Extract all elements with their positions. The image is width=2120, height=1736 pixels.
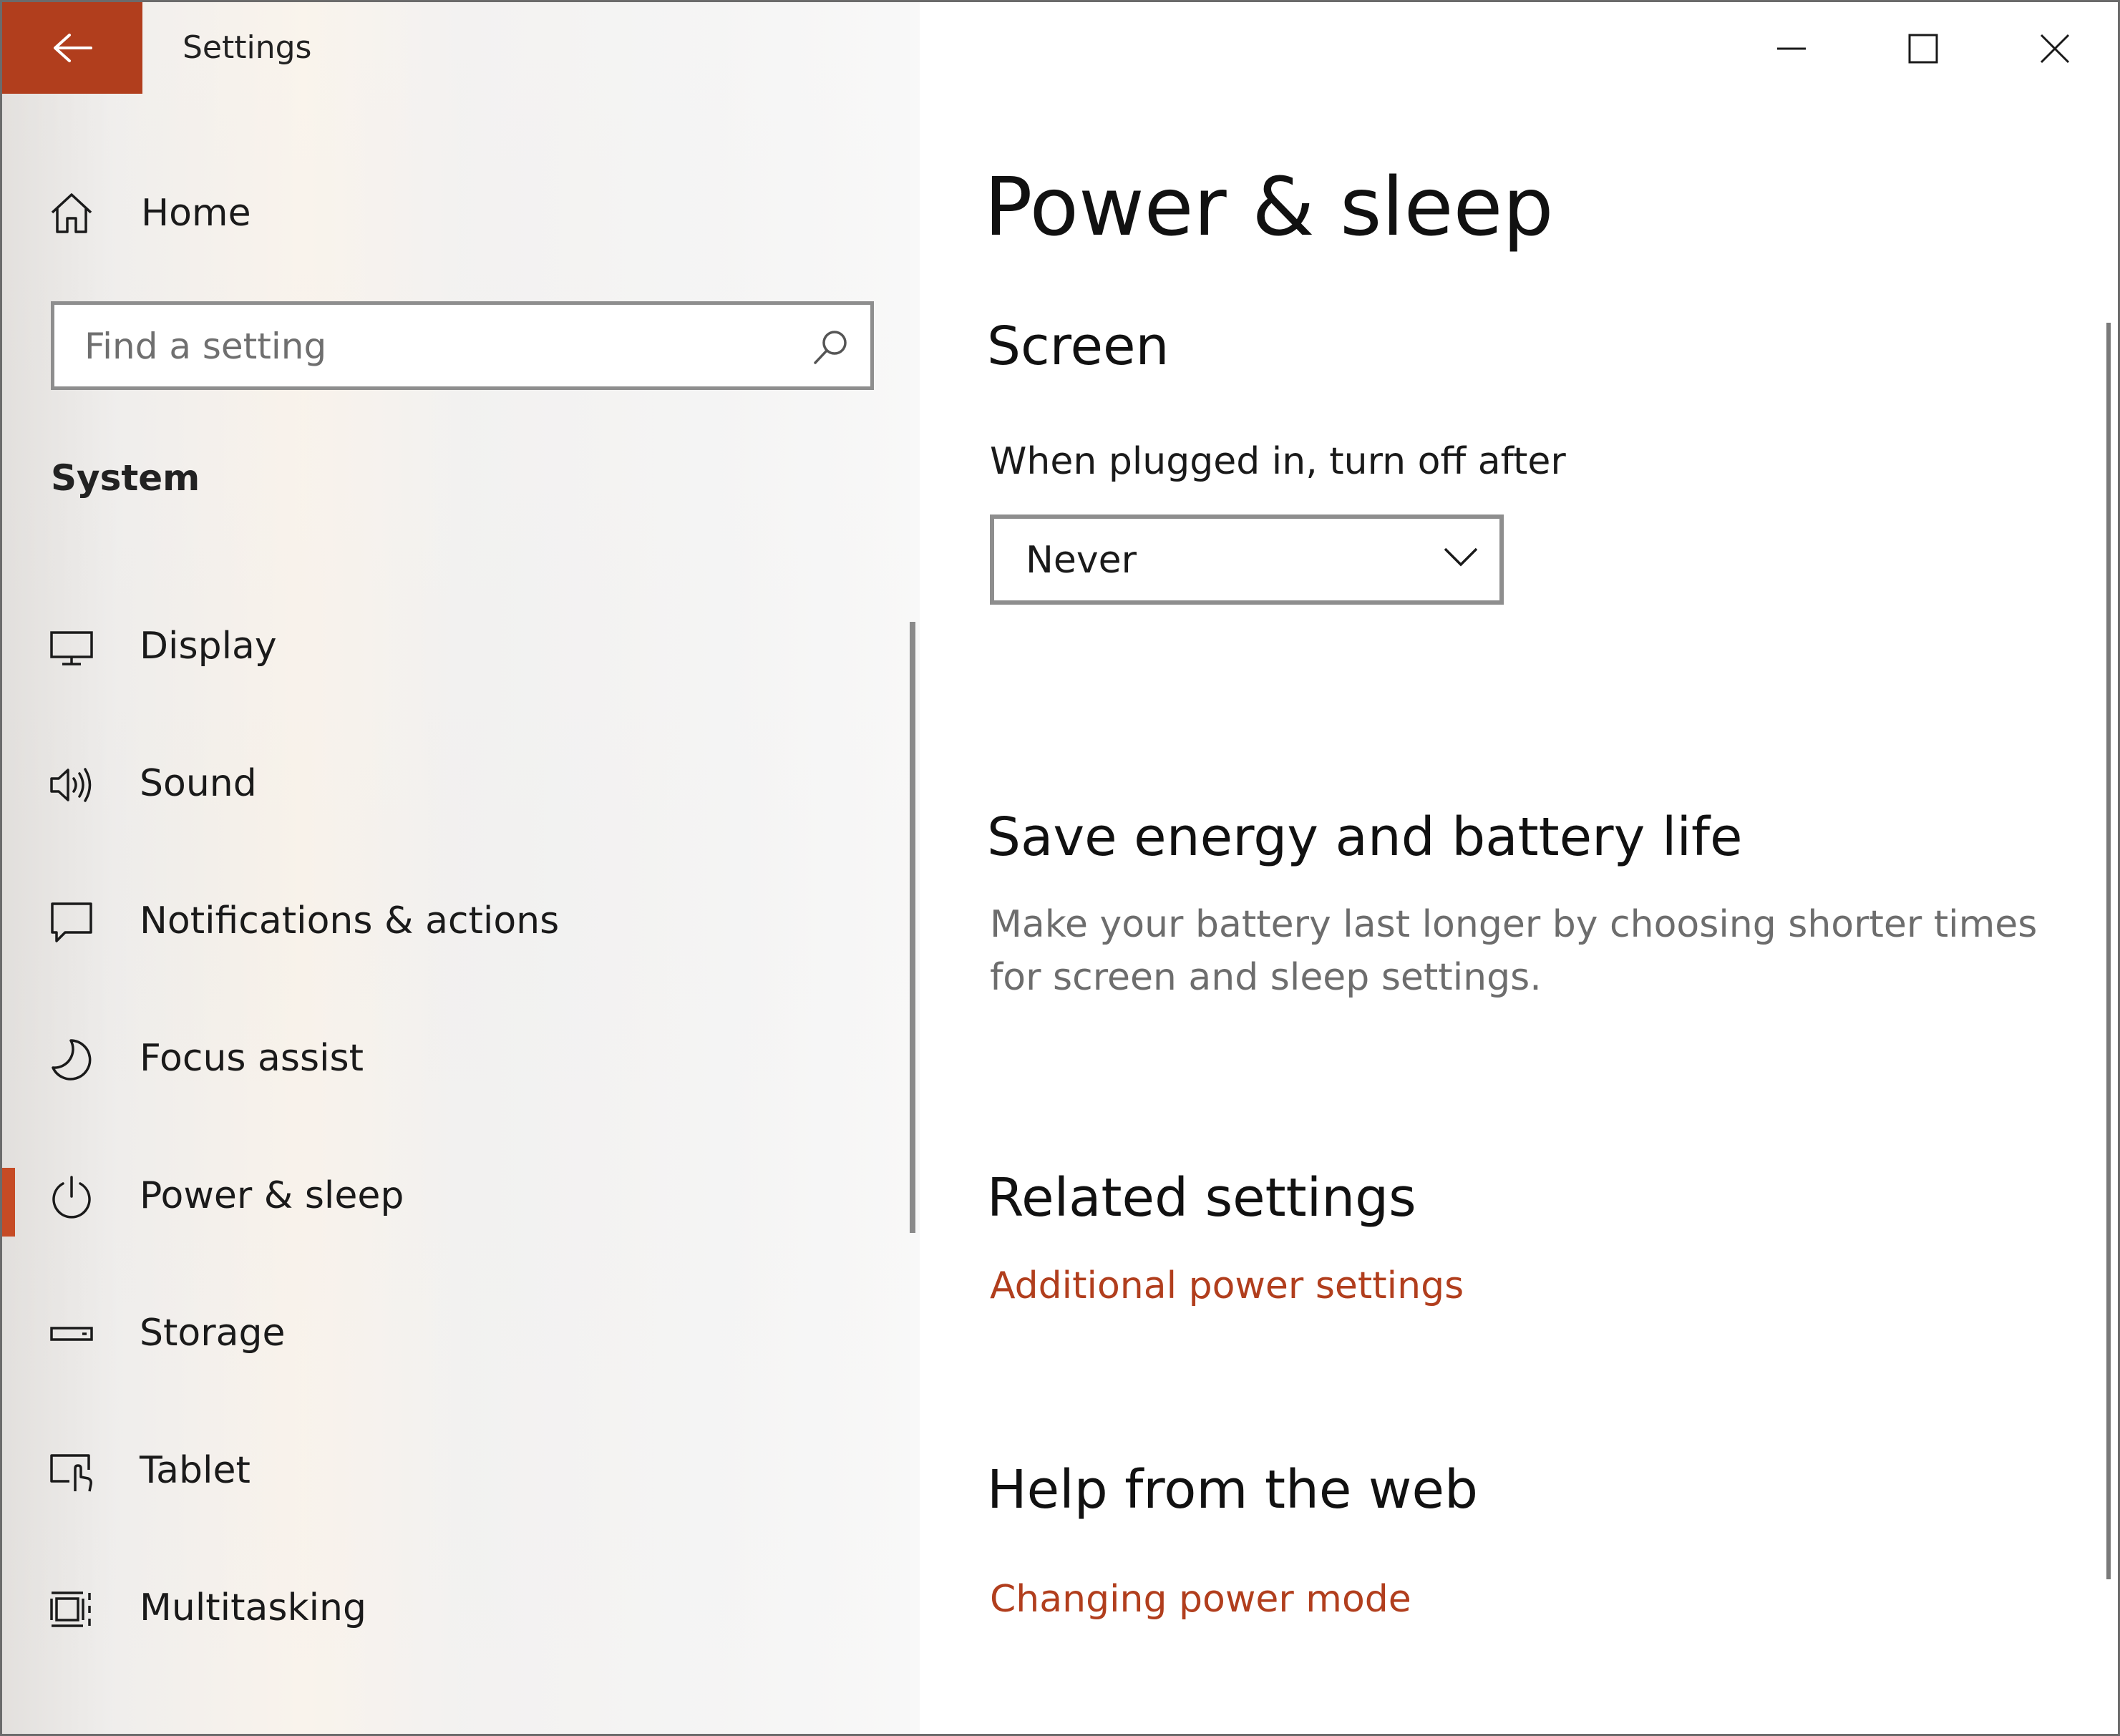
chevron-down-icon [1444, 547, 1478, 567]
save-energy-description: Make your battery last longer by choosin… [990, 903, 2038, 999]
home-label: Home [141, 192, 251, 235]
search-box[interactable] [51, 301, 874, 390]
sidebar-item-label: Tablet [140, 1449, 251, 1492]
sidebar-item-notifications[interactable]: Notifications & actions [2, 868, 904, 975]
sidebar-item-storage[interactable]: Storage [2, 1280, 904, 1388]
sidebar-item-multitasking[interactable]: Multitasking [2, 1555, 904, 1662]
maximize-button[interactable] [1857, 2, 1989, 95]
selection-indicator [2, 1168, 15, 1237]
app-title: Settings [183, 29, 312, 66]
sidebar-item-label: Storage [140, 1312, 286, 1355]
back-button[interactable] [2, 2, 142, 94]
sidebar-scrollbar[interactable] [910, 622, 915, 1233]
heading-related-settings: Related settings [987, 1167, 1416, 1229]
heading-save-energy: Save energy and battery life [987, 806, 1743, 868]
additional-power-settings-link[interactable]: Additional power settings [990, 1264, 1464, 1307]
changing-power-mode-link[interactable]: Changing power mode [990, 1578, 1411, 1621]
search-icon[interactable] [812, 328, 850, 366]
content-scrollbar[interactable] [2106, 323, 2111, 1579]
home-icon [51, 193, 92, 233]
settings-window: Settings Home System Display [0, 0, 2120, 1736]
sidebar-item-display[interactable]: Display [2, 593, 904, 701]
plugged-in-label: When plugged in, turn off after [990, 440, 1566, 483]
content-pane: Power & sleep Screen When plugged in, tu… [920, 2, 2118, 1734]
page-title: Power & sleep [984, 161, 1554, 254]
sidebar: Settings Home System Display [2, 2, 920, 1734]
screen-timeout-dropdown[interactable]: Never [990, 515, 1504, 605]
sidebar-item-home[interactable]: Home [49, 181, 251, 245]
heading-help-from-web: Help from the web [987, 1459, 1478, 1521]
monitor-icon [50, 631, 93, 665]
storage-icon [50, 1327, 93, 1341]
close-icon [2040, 34, 2070, 64]
sidebar-item-focus-assist[interactable]: Focus assist [2, 1005, 904, 1113]
sidebar-item-label: Notifications & actions [140, 899, 560, 942]
close-button[interactable] [1989, 2, 2118, 95]
sidebar-item-label: Display [140, 625, 277, 668]
maximize-icon [1908, 34, 1938, 64]
notification-icon [51, 902, 92, 942]
multitasking-icon [50, 1591, 91, 1627]
power-icon [52, 1176, 91, 1219]
minimize-icon [1777, 47, 1806, 50]
sidebar-item-label: Focus assist [140, 1037, 364, 1080]
sidebar-item-label: Sound [140, 762, 257, 805]
section-heading-system: System [51, 457, 200, 499]
search-input[interactable] [83, 305, 787, 388]
heading-screen: Screen [987, 316, 1170, 377]
minimize-button[interactable] [1726, 2, 1857, 95]
sidebar-item-tablet[interactable]: Tablet [2, 1418, 904, 1525]
moon-icon [52, 1039, 92, 1081]
sidebar-item-label: Power & sleep [140, 1174, 404, 1217]
speaker-icon [50, 768, 92, 802]
sidebar-item-label: Multitasking [140, 1586, 366, 1629]
dropdown-value: Never [1026, 539, 1137, 582]
back-arrow-icon [54, 34, 92, 62]
sidebar-item-sound[interactable]: Sound [2, 731, 904, 838]
tablet-icon [50, 1454, 92, 1492]
sidebar-item-power-sleep[interactable]: Power & sleep [2, 1143, 904, 1250]
